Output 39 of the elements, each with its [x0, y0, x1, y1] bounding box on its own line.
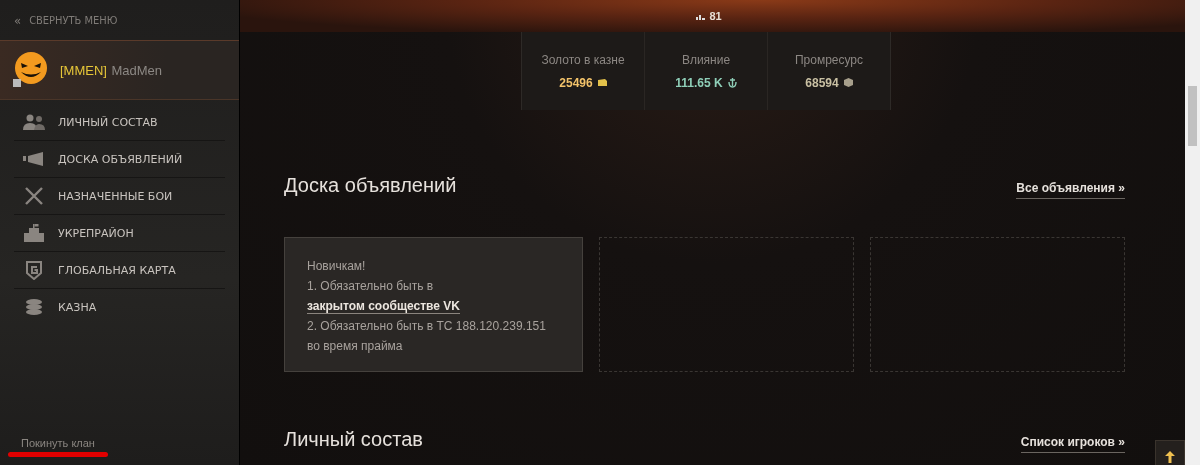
crossed-swords-icon — [25, 187, 43, 205]
rating-icon — [696, 12, 706, 20]
notice-text: 2. Обязательно быть в ТС 188.120.239.151 во время прайма — [307, 318, 547, 355]
menu-item[interactable]: ДОСКА ОБЪЯВЛЕНИЙ — [14, 141, 225, 178]
menu-item[interactable]: КАЗНА — [14, 289, 225, 325]
stat-value: 68594 — [805, 75, 839, 90]
menu-item[interactable]: НАЗНАЧЕННЫЕ БОИ — [14, 178, 225, 215]
stat-value: 25496 — [559, 75, 593, 90]
leave-clan-link[interactable]: Покинуть клан — [21, 437, 95, 449]
fortress-icon — [23, 224, 45, 242]
player-list-link[interactable]: Список игроков » — [1020, 435, 1125, 453]
section-title: Личный состав — [284, 428, 423, 451]
up-arrow-icon — [1165, 451, 1175, 463]
clan-name: MadMen — [111, 63, 162, 78]
stat-label: Влияние — [681, 52, 731, 67]
stat-label: Промресурс — [794, 52, 864, 67]
notice-heading: Новичкам! — [307, 258, 367, 275]
community-link[interactable]: закрытом сообществе VK — [307, 299, 460, 314]
clan-tag: [MMEN] — [60, 63, 107, 78]
coins-icon — [25, 299, 43, 315]
collapse-icon[interactable]: « — [14, 12, 22, 28]
collapse-menu-link[interactable]: СВЕРНУТЬ МЕНЮ — [29, 13, 118, 27]
all-notices-link[interactable]: Все объявления » — [1016, 181, 1125, 199]
notice-text: 1. Обязательно быть в закрытом сообществе VK — [307, 278, 461, 316]
clan-emblem-icon — [12, 51, 48, 89]
stat-label: Золото в казне — [541, 52, 625, 67]
crate-icon — [843, 78, 853, 87]
stat-value: 111.65 K — [675, 75, 723, 90]
people-icon — [23, 114, 45, 130]
megaphone-icon — [23, 152, 45, 166]
menu-item[interactable]: УКРЕПРАЙОН — [14, 215, 225, 252]
scrollbar-thumb[interactable] — [1188, 86, 1197, 146]
ingot-icon — [597, 79, 607, 86]
shield-icon — [26, 260, 42, 280]
scroll-top-button[interactable] — [1155, 440, 1185, 465]
section-title: Доска объявлений — [284, 174, 457, 197]
menu-item[interactable]: ГЛОБАЛЬНАЯ КАРТА — [14, 252, 225, 289]
clan-rating: 81 — [709, 10, 722, 22]
menu-item[interactable]: ЛИЧНЫЙ СОСТАВ — [14, 104, 225, 141]
